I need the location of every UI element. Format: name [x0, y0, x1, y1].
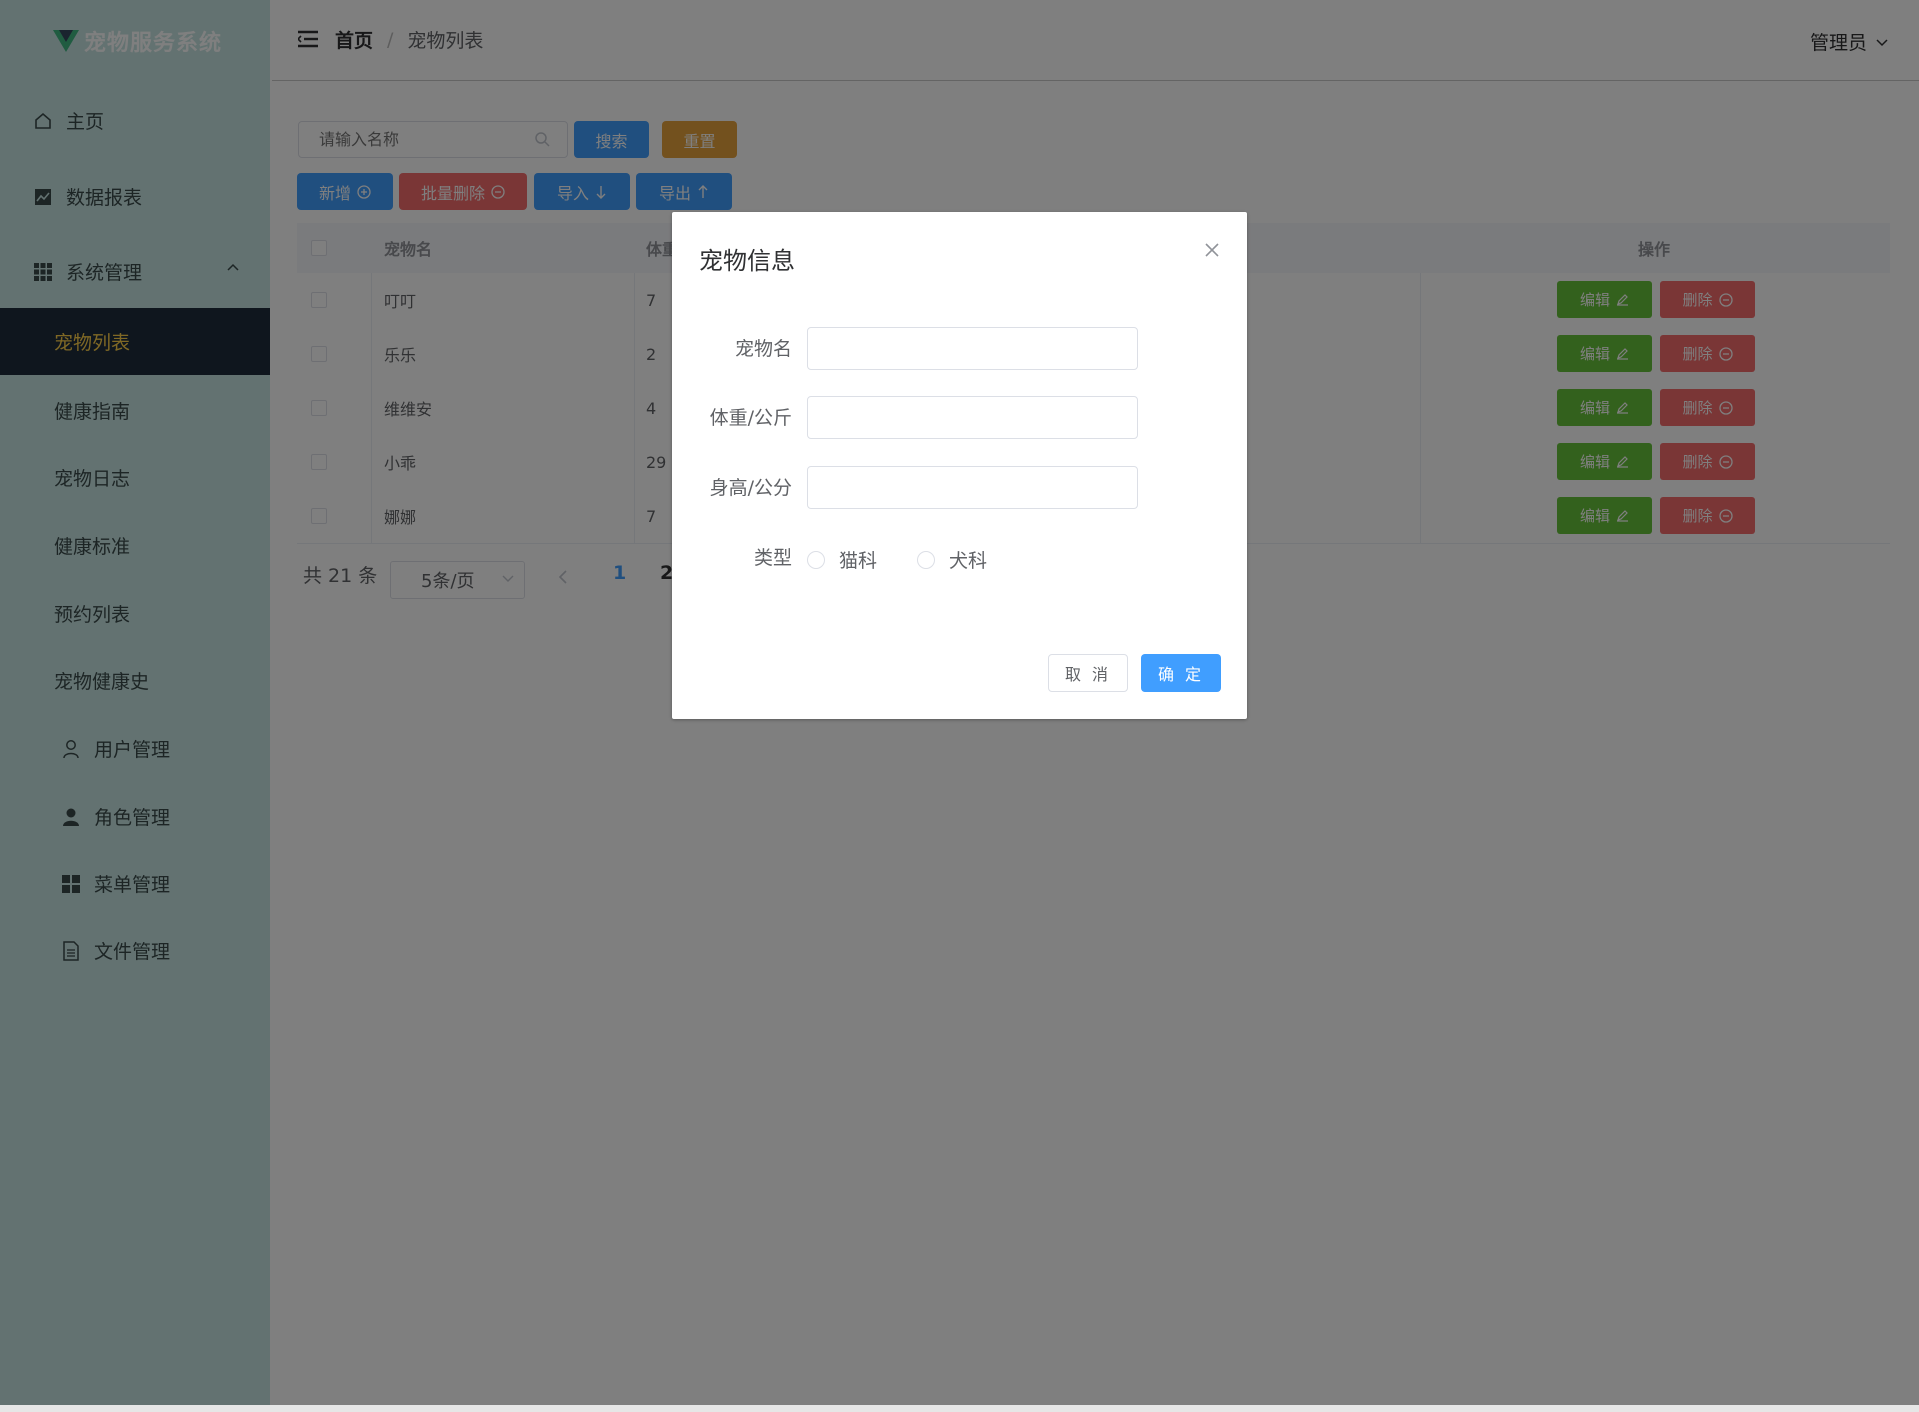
- weight-input[interactable]: [807, 396, 1138, 439]
- pet-info-dialog: 宠物信息 宠物名 体重/公斤 身高/公分 类型 猫科 犬科 取 消 确 定: [672, 212, 1247, 719]
- height-input[interactable]: [807, 466, 1138, 509]
- pet-name-input[interactable]: [807, 327, 1138, 370]
- weight-label: 体重/公斤: [709, 407, 792, 429]
- radio-circle[interactable]: [807, 550, 825, 569]
- radio-circle[interactable]: [917, 550, 935, 569]
- pet-name-label: 宠物名: [734, 338, 792, 360]
- dialog-title: 宠物信息: [699, 247, 795, 275]
- type-radio-cat[interactable]: 猫科: [807, 546, 877, 573]
- close-icon[interactable]: [1204, 242, 1220, 258]
- cancel-button-label: 取 消: [1064, 665, 1112, 684]
- radio-label: 犬科: [949, 550, 988, 572]
- cancel-button[interactable]: 取 消: [1048, 654, 1128, 692]
- height-label: 身高/公分: [709, 477, 792, 499]
- type-label: 类型: [753, 547, 792, 569]
- confirm-button-label: 确 定: [1157, 665, 1205, 684]
- radio-label: 猫科: [839, 550, 878, 572]
- confirm-button[interactable]: 确 定: [1141, 654, 1221, 692]
- window-bottom-edge: [0, 1405, 1919, 1412]
- type-radio-dog[interactable]: 犬科: [917, 546, 987, 573]
